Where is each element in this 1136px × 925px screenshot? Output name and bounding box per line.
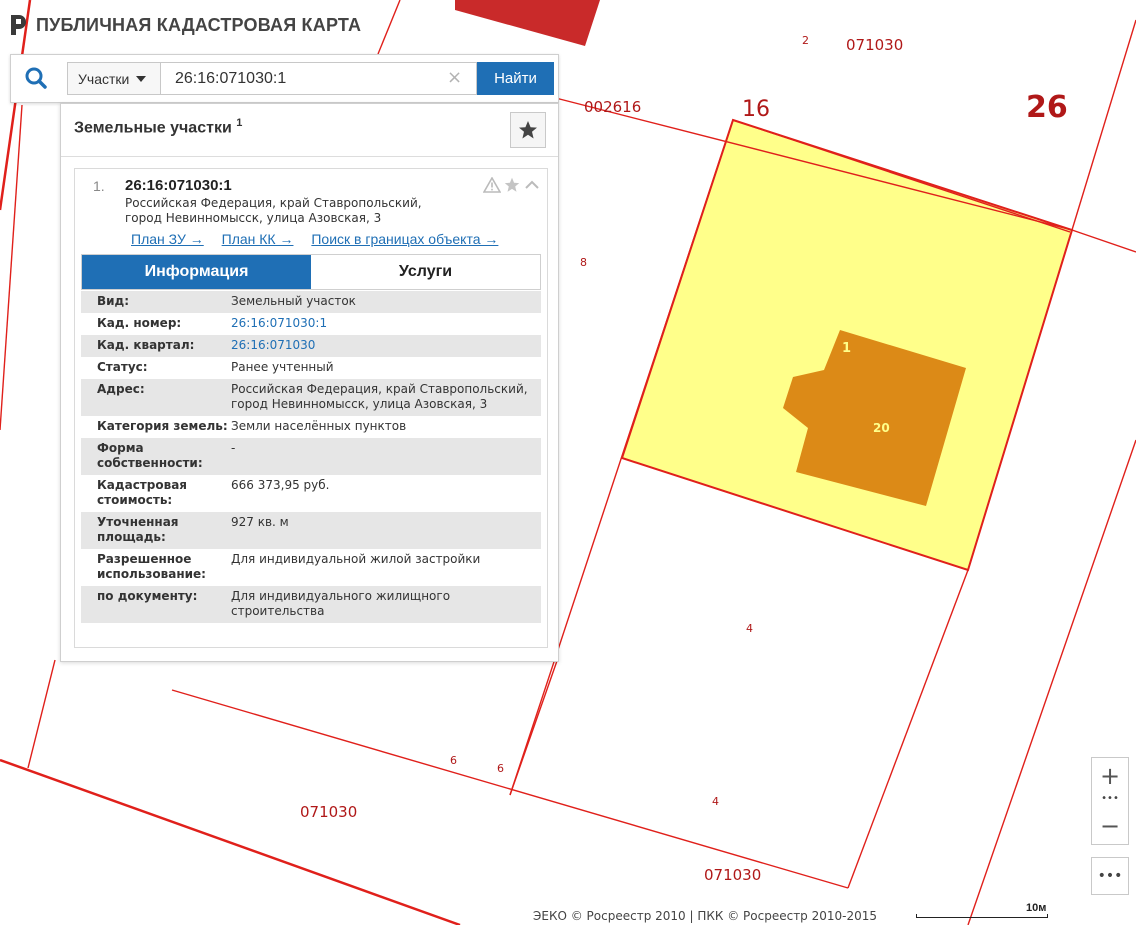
result-address-line: Российская Федерация, край Ставропольски…: [125, 196, 422, 210]
info-key: Статус:: [97, 360, 148, 374]
result-address: Российская Федерация, край Ставропольски…: [125, 196, 445, 226]
info-row: Кад. квартал: 26:16:071030: [81, 335, 541, 357]
divider: [61, 156, 558, 157]
clear-icon[interactable]: ×: [447, 67, 462, 88]
chevron-down-icon: [136, 75, 147, 82]
zoom-out-button[interactable]: −: [1092, 808, 1128, 844]
info-row: Кад. номер: 26:16:071030:1: [81, 313, 541, 335]
info-row: по документу: Для индивидуального жилищно…: [81, 586, 541, 623]
tab-services[interactable]: Услуги: [311, 255, 540, 289]
chevron-up-icon[interactable]: [523, 177, 541, 193]
info-key: Разрешенное использование:: [97, 552, 206, 581]
info-key: по документу:: [97, 589, 198, 603]
rosreestr-logo-icon: [11, 15, 26, 35]
map-label-16: 16: [742, 97, 770, 122]
tabs: Информация Услуги: [81, 254, 541, 290]
map-label-8: 8: [580, 256, 587, 269]
more-options-button[interactable]: •••: [1091, 857, 1129, 895]
result-cadastral-number[interactable]: 26:16:071030:1: [125, 177, 232, 194]
results-panel: Земельные участки 1 1. 26:16:071030:1 Ро…: [60, 103, 559, 662]
favorite-button[interactable]: [510, 112, 546, 148]
info-value: Земельный участок: [231, 294, 356, 308]
result-links: План ЗУ → План КК → Поиск в границах объ…: [131, 231, 512, 247]
info-key: Адрес:: [97, 382, 145, 396]
brand[interactable]: ПУБЛИЧНАЯ КАДАСТРОВАЯ КАРТА: [8, 10, 361, 40]
info-row: Уточненная площадь: 927 кв. м: [81, 512, 541, 549]
building-label-1: 1: [842, 341, 851, 356]
search-icon[interactable]: [23, 65, 51, 93]
panel-title: Земельные участки 1: [74, 117, 242, 137]
info-row: Кадастровая стоимость: 666 373,95 руб.: [81, 475, 541, 512]
map-label-26: 26: [1026, 90, 1068, 125]
search-bar: Участки × Найти: [10, 54, 559, 103]
info-value: -: [231, 441, 236, 455]
info-value-link[interactable]: 26:16:071030:1: [231, 316, 541, 331]
info-value: Для индивидуального жилищного строительс…: [231, 589, 451, 618]
map-label-quarter-left: 002616: [584, 98, 641, 116]
card-actions: [483, 177, 541, 193]
info-key: Вид:: [97, 294, 130, 308]
info-key: Кадастровая стоимость:: [97, 478, 187, 507]
map-label-6b: 6: [497, 762, 504, 775]
map-label-2: 2: [802, 34, 809, 47]
star-icon: [519, 121, 537, 139]
map-label-6a: 6: [450, 754, 457, 767]
app-title: ПУБЛИЧНАЯ КАДАСТРОВАЯ КАРТА: [36, 14, 362, 35]
bold-boundary: [0, 758, 461, 925]
info-key: Категория земель:: [97, 419, 228, 433]
warning-icon[interactable]: [483, 177, 501, 193]
link-plan-kk[interactable]: План КК →: [222, 231, 294, 247]
search-input[interactable]: [161, 62, 477, 95]
info-key: Форма собственности:: [97, 441, 203, 470]
scale-label: 10м: [1026, 902, 1047, 914]
results-title: Земельные участки: [74, 119, 232, 137]
map-label-quarter-bottom-left: 071030: [300, 803, 357, 821]
info-row: Разрешенное использование: Для индивидуал…: [81, 549, 541, 586]
map-label-quarter-top: 071030: [846, 36, 903, 54]
zoom-level-dots: •••: [1101, 793, 1119, 804]
link-search-in-bounds[interactable]: Поиск в границах объекта →: [311, 231, 498, 247]
info-key: Кад. номер:: [97, 316, 182, 330]
star-icon[interactable]: [503, 177, 521, 193]
search-type-select[interactable]: Участки: [67, 62, 161, 95]
info-value: Российская Федерация, край Ставропольски…: [231, 382, 528, 411]
info-row: Адрес: Российская Федерация, край Ставроп…: [81, 379, 541, 416]
dark-red-block: [455, 0, 600, 46]
result-card: 1. 26:16:071030:1 Российская Федерация, …: [74, 168, 548, 648]
info-value: 666 373,95 руб.: [231, 478, 330, 492]
map-label-4a: 4: [746, 622, 753, 635]
result-address-line: город Невинномысск, улица Азовская, 3: [125, 211, 382, 225]
info-key: Кад. квартал:: [97, 338, 195, 352]
link-plan-zu[interactable]: План ЗУ →: [131, 231, 204, 247]
attribution: ЭЕКО © Росреестр 2010 | ПКК © Росреестр …: [533, 909, 878, 923]
info-row: Категория земель: Земли населённых пункто…: [81, 416, 541, 438]
info-value: 927 кв. м: [231, 515, 289, 529]
zoom-in-button[interactable]: +: [1092, 758, 1128, 794]
info-value: Ранее учтенный: [231, 360, 334, 374]
info-value: Земли населённых пунктов: [231, 419, 407, 433]
map-label-quarter-bottom-right: 071030: [704, 866, 761, 884]
find-button[interactable]: Найти: [477, 62, 554, 95]
info-value-link[interactable]: 26:16:071030: [231, 338, 541, 353]
search-type-label: Участки: [78, 70, 130, 87]
info-row: Форма собственности: -: [81, 438, 541, 475]
info-value: Для индивидуальной жилой застройки: [231, 552, 481, 566]
result-number: 1.: [93, 178, 105, 194]
tab-information[interactable]: Информация: [82, 255, 311, 289]
info-row: Статус: Ранее учтенный: [81, 357, 541, 379]
map-label-4b: 4: [712, 795, 719, 808]
info-table: Вид: Земельный участок Кад. номер: 26:16:0…: [81, 291, 541, 623]
zoom-control: + ••• −: [1091, 757, 1129, 845]
info-row: Вид: Земельный участок: [81, 291, 541, 313]
scale-bar: [916, 914, 1048, 918]
info-key: Уточненная площадь:: [97, 515, 179, 544]
results-count: 1: [236, 117, 243, 129]
building-label-20: 20: [873, 421, 890, 435]
